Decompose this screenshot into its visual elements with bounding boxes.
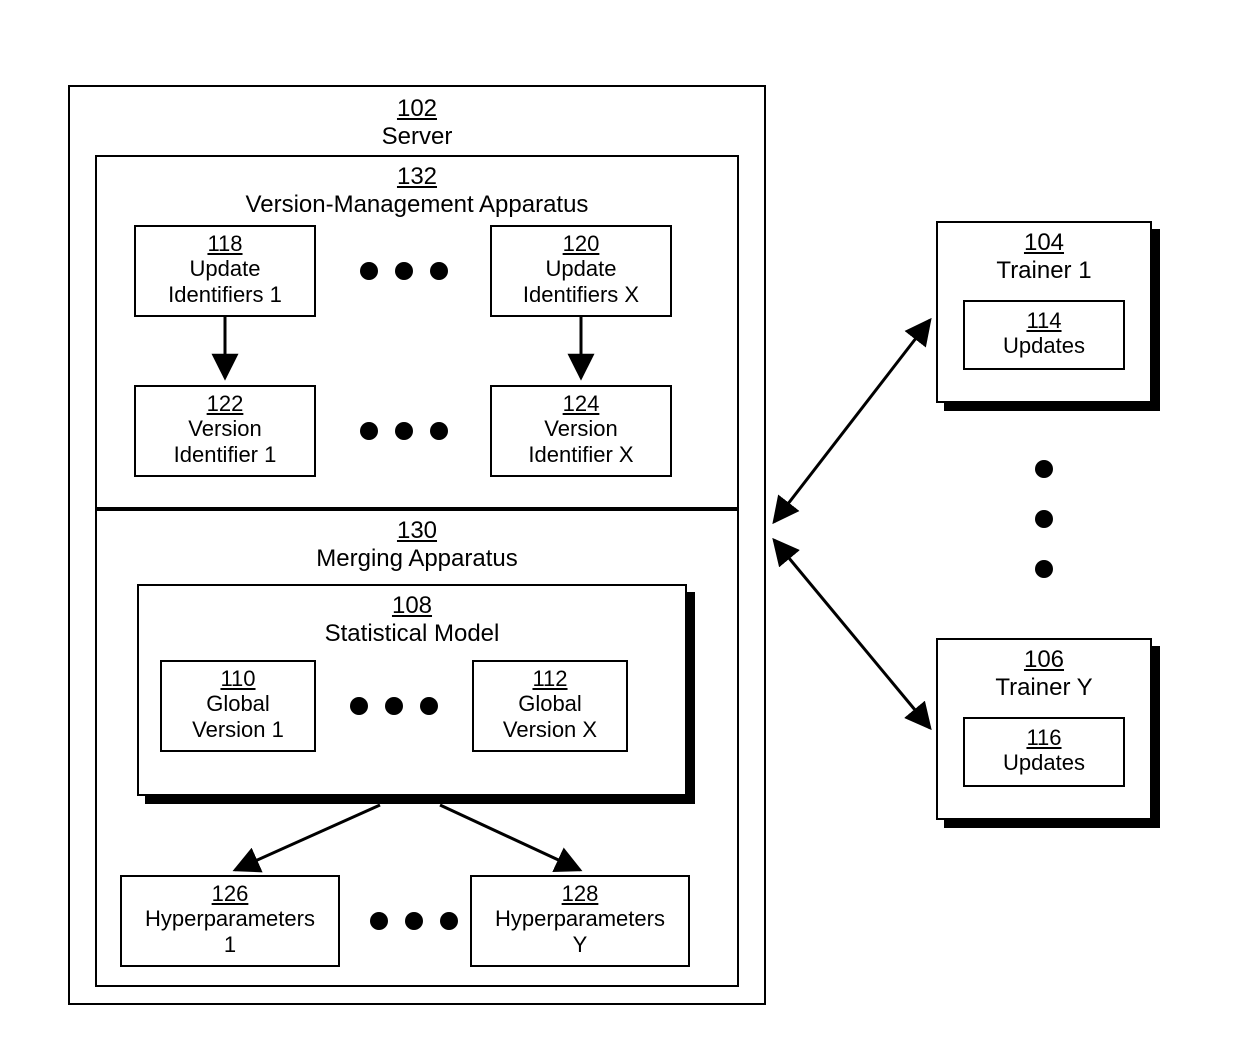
- ellipsis-dot: [430, 422, 448, 440]
- updates-y-ref: 116: [1026, 725, 1061, 750]
- server-ref: 102: [397, 95, 437, 122]
- hyper-1-name1: Hyperparameters: [145, 906, 315, 931]
- global-v1-name2: Version 1: [192, 717, 284, 742]
- hyper-y-name2: Y: [573, 932, 588, 957]
- hyper-1-box: 126 Hyperparameters 1: [120, 875, 340, 967]
- global-v1-box: 110 Global Version 1: [160, 660, 316, 752]
- global-v1-name1: Global: [206, 691, 270, 716]
- stat-model-label: 108 Statistical Model: [137, 592, 687, 647]
- update-ids-1-box: 118 Update Identifiers 1: [134, 225, 316, 317]
- updates-y-name: Updates: [1003, 750, 1085, 775]
- update-ids-1-ref: 118: [207, 231, 242, 256]
- version-id-1-ref: 122: [207, 391, 244, 416]
- ellipsis-dot: [350, 697, 368, 715]
- update-ids-x-box: 120 Update Identifiers X: [490, 225, 672, 317]
- updates-y-box: 116 Updates: [963, 717, 1125, 787]
- version-id-x-box: 124 Version Identifier X: [490, 385, 672, 477]
- ellipsis-dot: [440, 912, 458, 930]
- trainer-y-name: Trainer Y: [995, 674, 1092, 701]
- vm-apparatus-name: Version-Management Apparatus: [246, 191, 589, 218]
- ellipsis-dot: [430, 262, 448, 280]
- hyper-1-ref: 126: [212, 881, 249, 906]
- global-vx-box: 112 Global Version X: [472, 660, 628, 752]
- trainer-y-label: 106 Trainer Y: [936, 646, 1152, 701]
- vm-apparatus-ref: 132: [397, 163, 437, 190]
- update-ids-x-name1: Update: [546, 256, 617, 281]
- server-name: Server: [382, 123, 453, 150]
- merging-apparatus-name: Merging Apparatus: [316, 545, 517, 572]
- hyper-y-name1: Hyperparameters: [495, 906, 665, 931]
- trainer-1-name: Trainer 1: [996, 257, 1091, 284]
- ellipsis-dot: [360, 422, 378, 440]
- global-vx-name2: Version X: [503, 717, 597, 742]
- update-ids-1-name1: Update: [190, 256, 261, 281]
- stat-model-name: Statistical Model: [325, 620, 500, 647]
- merging-apparatus-ref: 130: [397, 517, 437, 544]
- merging-apparatus-label: 130 Merging Apparatus: [95, 517, 739, 572]
- ellipsis-dot: [360, 262, 378, 280]
- ellipsis-dot: [420, 697, 438, 715]
- vm-apparatus-label: 132 Version-Management Apparatus: [95, 163, 739, 218]
- hyper-y-box: 128 Hyperparameters Y: [470, 875, 690, 967]
- ellipsis-dot: [395, 262, 413, 280]
- updates-1-ref: 114: [1026, 308, 1061, 333]
- ellipsis-dot: [370, 912, 388, 930]
- global-vx-name1: Global: [518, 691, 582, 716]
- ellipsis-dot: [395, 422, 413, 440]
- server-label: 102 Server: [68, 95, 766, 150]
- version-id-1-box: 122 Version Identifier 1: [134, 385, 316, 477]
- version-id-x-name2: Identifier X: [528, 442, 633, 467]
- updates-1-name: Updates: [1003, 333, 1085, 358]
- ellipsis-dot: [1035, 460, 1053, 478]
- hyper-1-name2: 1: [224, 932, 236, 957]
- ellipsis-dot: [1035, 560, 1053, 578]
- updates-1-box: 114 Updates: [963, 300, 1125, 370]
- version-id-1-name1: Version: [188, 416, 261, 441]
- ellipsis-dot: [405, 912, 423, 930]
- update-ids-x-name2: Identifiers X: [523, 282, 639, 307]
- trainer-y-ref: 106: [1024, 646, 1064, 673]
- trainer-1-label: 104 Trainer 1: [936, 229, 1152, 284]
- update-ids-x-ref: 120: [563, 231, 600, 256]
- version-id-1-name2: Identifier 1: [174, 442, 277, 467]
- version-id-x-ref: 124: [563, 391, 600, 416]
- version-id-x-name1: Version: [544, 416, 617, 441]
- global-v1-ref: 110: [220, 666, 255, 691]
- hyper-y-ref: 128: [562, 881, 599, 906]
- ellipsis-dot: [1035, 510, 1053, 528]
- ellipsis-dot: [385, 697, 403, 715]
- trainer-1-ref: 104: [1024, 229, 1064, 256]
- global-vx-ref: 112: [532, 666, 567, 691]
- update-ids-1-name2: Identifiers 1: [168, 282, 282, 307]
- stat-model-ref: 108: [392, 592, 432, 619]
